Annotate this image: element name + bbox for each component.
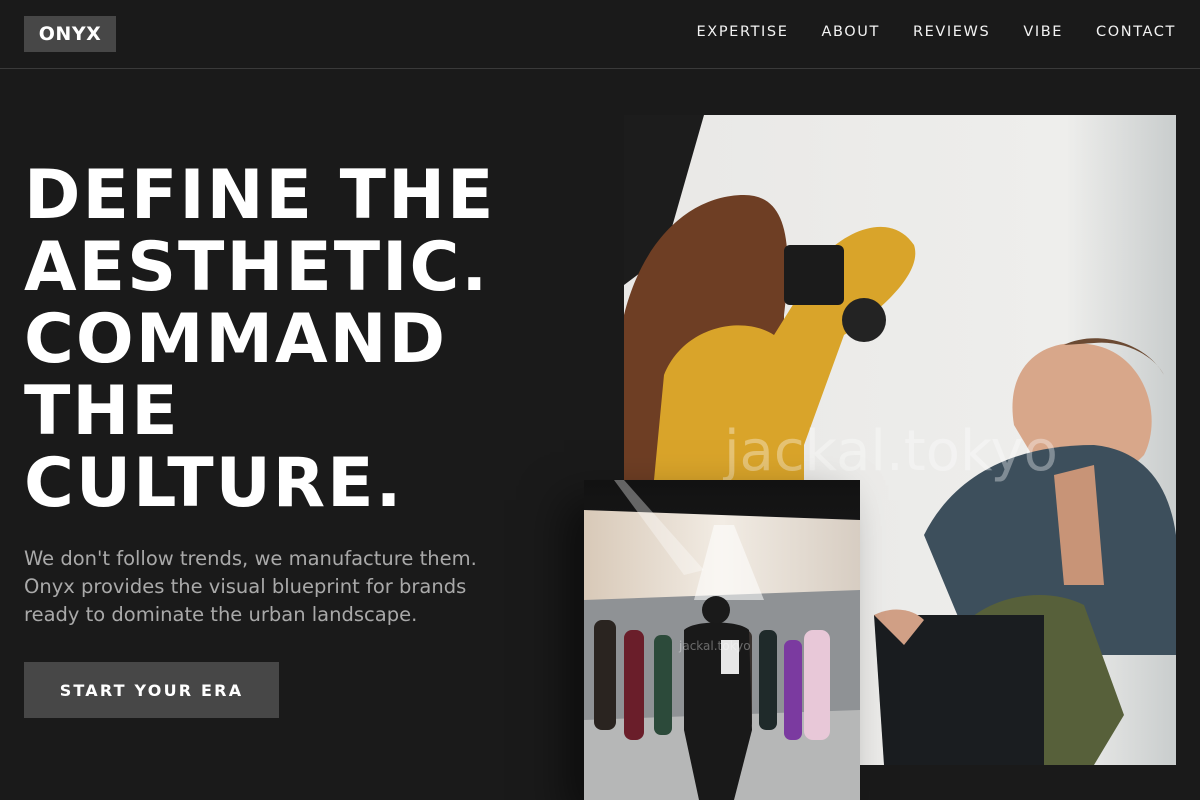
nav-link-contact[interactable]: CONTACT bbox=[1096, 24, 1176, 40]
brand-logo[interactable]: ONYX bbox=[24, 16, 116, 52]
top-navbar: ONYX EXPERTISE ABOUT REVIEWS VIBE CONTAC… bbox=[0, 0, 1200, 69]
fashion-event-illustration: jackal.tokyo bbox=[584, 480, 860, 800]
nav-link-about[interactable]: ABOUT bbox=[821, 24, 880, 40]
nav-link-vibe[interactable]: VIBE bbox=[1023, 24, 1063, 40]
photo-watermark: jackal.tokyo bbox=[678, 639, 751, 653]
headline-line: CULTURE. bbox=[24, 444, 404, 523]
hero-tagline: We don't follow trends, we manufacture t… bbox=[24, 547, 477, 626]
headline-line: COMMAND bbox=[24, 300, 448, 379]
nav-links: EXPERTISE ABOUT REVIEWS VIBE CONTACT bbox=[697, 24, 1176, 40]
hero-headline: DEFINE THE AESTHETIC. COMMAND THE CULTUR… bbox=[24, 160, 564, 520]
headline-line: THE bbox=[24, 372, 180, 451]
headline-line: DEFINE THE bbox=[24, 156, 496, 235]
headline-line: AESTHETIC. bbox=[24, 228, 490, 307]
photo-watermark: jackal.tokyo bbox=[722, 419, 1058, 484]
nav-link-reviews[interactable]: REVIEWS bbox=[913, 24, 990, 40]
nav-link-expertise[interactable]: EXPERTISE bbox=[697, 24, 789, 40]
start-your-era-button[interactable]: START YOUR ERA bbox=[24, 662, 279, 718]
fashion-event-image: jackal.tokyo bbox=[584, 480, 860, 800]
